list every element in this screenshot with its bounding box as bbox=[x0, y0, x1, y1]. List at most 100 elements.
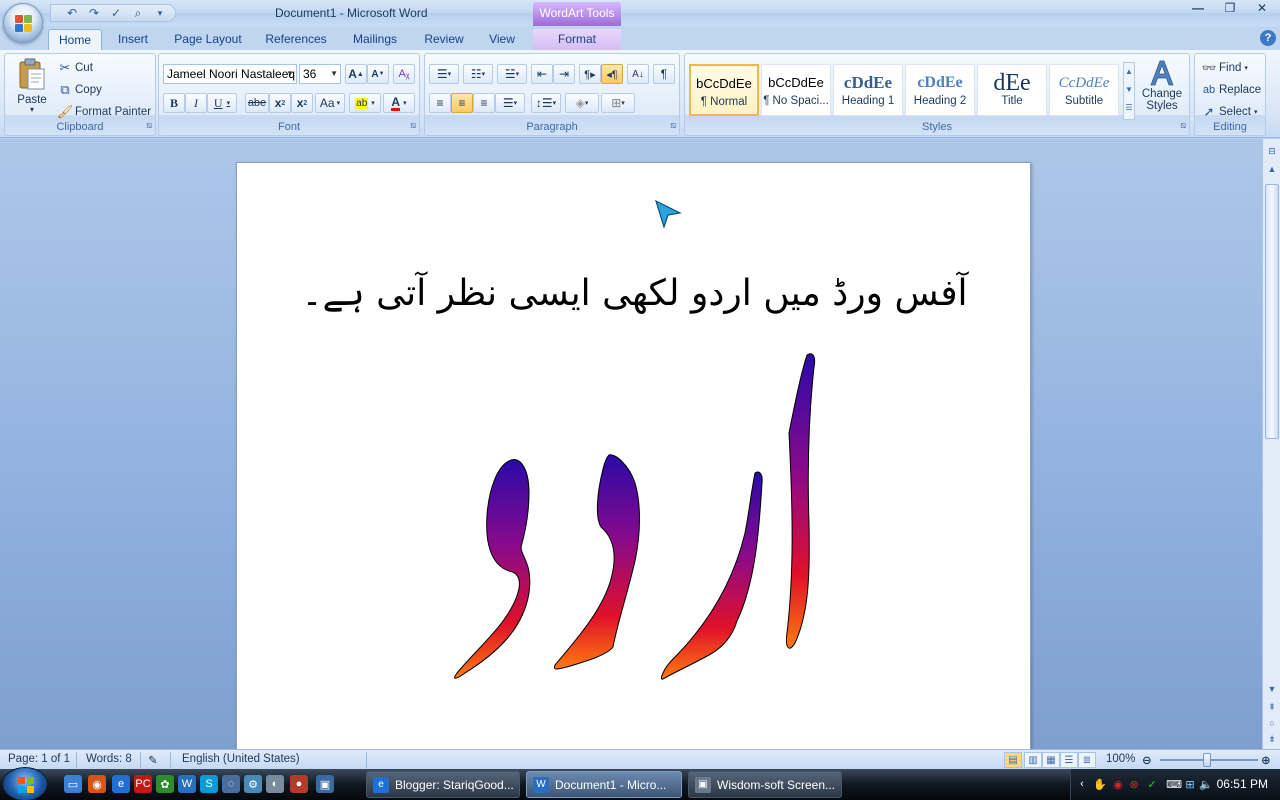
urdu-text-line[interactable]: آفس ورڈ میں اردو لکھی ایسی نظر آتی ہے۔ bbox=[237, 273, 1032, 314]
bullets-button[interactable]: ☰ ▾ bbox=[429, 64, 459, 84]
right-to-left-button[interactable]: ◂¶ bbox=[601, 64, 623, 84]
word-count[interactable]: Words: 8 bbox=[86, 753, 132, 765]
style-heading-1[interactable]: cDdEe Heading 1 bbox=[833, 64, 903, 116]
taskbar-item-blogger[interactable]: e Blogger: StariqGood... bbox=[366, 771, 520, 798]
start-button[interactable] bbox=[2, 767, 48, 800]
style-heading-2[interactable]: cDdEe Heading 2 bbox=[905, 64, 975, 116]
show-hide-button[interactable]: ¶ bbox=[653, 64, 675, 84]
tray-program-icon[interactable]: ✓ bbox=[1145, 777, 1159, 791]
dialog-launcher-icon[interactable]: ⧅ bbox=[1180, 120, 1186, 131]
draft-view-icon[interactable]: ≣ bbox=[1078, 752, 1096, 768]
internet-explorer-icon[interactable]: e bbox=[112, 775, 130, 793]
tray-expand-icon[interactable]: ‹ bbox=[1075, 777, 1089, 791]
page-count[interactable]: Page: 1 of 1 bbox=[8, 753, 70, 765]
superscript-button[interactable]: x2 bbox=[291, 93, 313, 113]
underline-button[interactable]: U ▾ bbox=[207, 93, 237, 113]
copy-button[interactable]: ⧉ Copy bbox=[55, 80, 102, 100]
taskbar-item-screenshot[interactable]: ▣ Wisdom-soft Screen... bbox=[688, 771, 842, 798]
keyboard-icon[interactable]: ⌨ bbox=[1166, 777, 1182, 791]
outline-view-icon[interactable]: ☰ bbox=[1060, 752, 1078, 768]
previous-page-icon[interactable]: ⇞ bbox=[1264, 699, 1280, 715]
align-left-button[interactable]: ≡ bbox=[429, 93, 451, 113]
style-title[interactable]: dEe Title bbox=[977, 64, 1047, 116]
zoom-slider-thumb[interactable] bbox=[1203, 753, 1211, 767]
close-button[interactable]: ✕ bbox=[1246, 0, 1278, 16]
tab-references[interactable]: References bbox=[258, 29, 334, 50]
zoom-out-icon[interactable]: ⊖ bbox=[1142, 753, 1152, 767]
ruler-toggle-icon[interactable]: ⊟ bbox=[1264, 143, 1280, 159]
firefox-icon[interactable]: ◉ bbox=[88, 775, 106, 793]
sort-button[interactable]: A↓ bbox=[627, 64, 649, 84]
program-icon[interactable]: ◐ bbox=[266, 775, 284, 793]
language-indicator[interactable]: English (United States) bbox=[182, 753, 300, 765]
tab-insert[interactable]: Insert bbox=[110, 29, 156, 50]
multilevel-list-button[interactable]: ☱ ▾ bbox=[497, 64, 527, 84]
align-right-button[interactable]: ≡ bbox=[473, 93, 495, 113]
show-desktop-icon[interactable]: ▭ bbox=[64, 775, 82, 793]
customize-qat-icon[interactable]: ▾ bbox=[151, 5, 169, 21]
wordart-object[interactable] bbox=[437, 343, 857, 703]
decrease-indent-button[interactable]: ⇤ bbox=[531, 64, 553, 84]
find-button[interactable]: 👓 Find ▾ bbox=[1199, 58, 1248, 78]
change-styles-button[interactable]: Change Styles bbox=[1139, 58, 1185, 112]
italic-button[interactable]: I bbox=[185, 93, 207, 113]
select-button[interactable]: ➚ Select ▾ bbox=[1199, 102, 1258, 122]
skype-icon[interactable]: S bbox=[200, 775, 218, 793]
tab-home[interactable]: Home bbox=[48, 29, 102, 50]
font-size-combo[interactable]: 36 ▼ bbox=[299, 64, 341, 84]
font-name-combo[interactable]: Jameel Noori Nastaleeq ▼ bbox=[163, 64, 297, 84]
increase-indent-button[interactable]: ⇥ bbox=[553, 64, 575, 84]
redo-icon[interactable]: ↷ bbox=[85, 5, 103, 21]
browse-object-icon[interactable]: ○ bbox=[1264, 715, 1280, 731]
tray-hand-icon[interactable]: ✋ bbox=[1093, 777, 1107, 791]
help-icon[interactable]: ? bbox=[1260, 30, 1276, 46]
subscript-button[interactable]: x2 bbox=[269, 93, 291, 113]
program-icon[interactable]: ⚙ bbox=[244, 775, 262, 793]
vertical-scrollbar[interactable]: ⊟ ▲ ▼ ⇞ ○ ⇟ bbox=[1262, 139, 1280, 749]
strikethrough-button[interactable]: abe bbox=[245, 93, 269, 113]
line-spacing-button[interactable]: ↕☰ ▾ bbox=[531, 93, 561, 113]
bold-button[interactable]: B bbox=[163, 93, 185, 113]
print-layout-view-icon[interactable]: ▤ bbox=[1004, 752, 1022, 768]
full-screen-reading-icon[interactable]: ▥ bbox=[1024, 752, 1042, 768]
styles-gallery-scroll[interactable]: ▲ ▼ ☰ bbox=[1123, 62, 1135, 120]
zoom-in-icon[interactable]: ⊕ bbox=[1261, 753, 1271, 767]
volume-icon[interactable]: 🔈 bbox=[1199, 777, 1213, 791]
style-normal[interactable]: bCcDdEe ¶ Normal bbox=[689, 64, 759, 116]
align-center-button[interactable]: ≡ bbox=[451, 93, 473, 113]
dialog-launcher-icon[interactable]: ⧅ bbox=[410, 120, 416, 131]
tab-review[interactable]: Review bbox=[416, 29, 472, 50]
print-preview-icon[interactable]: ⌕ bbox=[129, 5, 147, 21]
taskbar-item-word[interactable]: W Document1 - Micro... bbox=[526, 771, 682, 798]
program-icon[interactable]: ● bbox=[290, 775, 308, 793]
dialog-launcher-icon[interactable]: ⧅ bbox=[146, 120, 152, 131]
zoom-level[interactable]: 100% bbox=[1106, 753, 1135, 765]
antivirus-icon[interactable]: ◉ bbox=[1111, 777, 1125, 791]
dialog-launcher-icon[interactable]: ⧅ bbox=[670, 120, 676, 131]
font-color-button[interactable]: A ▾ bbox=[383, 93, 415, 113]
next-page-icon[interactable]: ⇟ bbox=[1264, 731, 1280, 747]
word-quicklaunch-icon[interactable]: W bbox=[178, 775, 196, 793]
shrink-font-button[interactable]: A ▼ bbox=[367, 64, 389, 84]
tab-format[interactable]: Format bbox=[533, 29, 621, 50]
scrollbar-thumb[interactable] bbox=[1265, 184, 1279, 439]
spelling-icon[interactable]: ✓ bbox=[107, 5, 125, 21]
clock[interactable]: 06:51 PM bbox=[1217, 777, 1268, 791]
style-no-spacing[interactable]: bCcDdEe ¶ No Spaci... bbox=[761, 64, 831, 116]
tab-view[interactable]: View bbox=[480, 29, 524, 50]
change-case-button[interactable]: Aa ▾ bbox=[315, 93, 345, 113]
format-painter-button[interactable]: 🖌 Format Painter bbox=[55, 102, 151, 122]
maximize-button[interactable]: ❐ bbox=[1214, 0, 1246, 16]
scroll-down-icon[interactable]: ▼ bbox=[1264, 681, 1280, 697]
replace-button[interactable]: ab Replace bbox=[1199, 80, 1261, 100]
paste-button[interactable]: Paste ▾ bbox=[11, 58, 53, 114]
web-layout-icon[interactable]: ▦ bbox=[1042, 752, 1060, 768]
borders-button[interactable]: ⊞ ▾ bbox=[601, 93, 635, 113]
tab-page-layout[interactable]: Page Layout bbox=[168, 29, 248, 50]
blocked-icon[interactable]: ⊗ bbox=[1127, 777, 1141, 791]
clear-formatting-button[interactable]: Aᵪ bbox=[393, 64, 415, 84]
network-icon[interactable]: ⊞ bbox=[1183, 777, 1197, 791]
office-button[interactable] bbox=[3, 3, 43, 43]
minimize-button[interactable]: — bbox=[1182, 0, 1214, 16]
program-icon[interactable]: ▣ bbox=[316, 775, 334, 793]
